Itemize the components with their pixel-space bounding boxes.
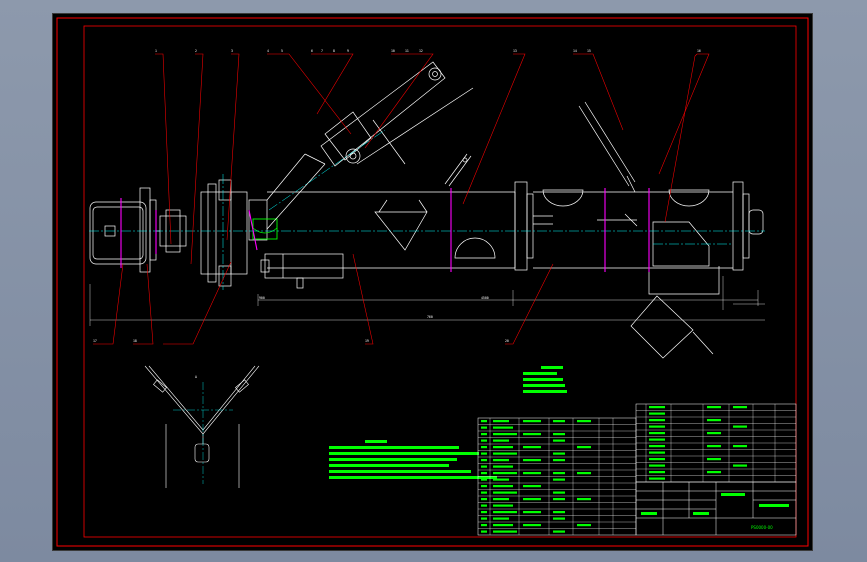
svg-text:13: 13 bbox=[513, 49, 517, 53]
svg-text:15: 15 bbox=[587, 49, 591, 53]
svg-text:6: 6 bbox=[311, 49, 313, 53]
technical-notes bbox=[329, 366, 567, 479]
svg-text:16: 16 bbox=[697, 49, 701, 53]
motor-flange bbox=[139, 187, 151, 273]
balloon-labels: 1 2 3 4 5 6 7 8 9 10 11 12 13 14 15 16 1… bbox=[93, 49, 701, 343]
svg-text:7: 7 bbox=[321, 49, 323, 53]
dim-short-span: 760 bbox=[427, 315, 433, 319]
detail-centerlines bbox=[173, 382, 233, 484]
drawing-sheet: 900 4500 760 1 2 3 4 5 6 7 8 9 10 11 12 … bbox=[52, 13, 813, 551]
assembly-drawing: 900 4500 760 1 2 3 4 5 6 7 8 9 10 11 12 … bbox=[56, 17, 809, 547]
svg-text:20: 20 bbox=[505, 339, 509, 343]
detail-view bbox=[144, 365, 260, 488]
drawing-number: PS0000-00 bbox=[751, 525, 773, 530]
svg-text:1: 1 bbox=[155, 49, 157, 53]
motor bbox=[89, 201, 147, 265]
drum-flange-mid bbox=[514, 181, 528, 271]
svg-text:17: 17 bbox=[93, 339, 97, 343]
dim-left-span: 900 bbox=[259, 296, 265, 300]
svg-text:8: 8 bbox=[333, 49, 335, 53]
svg-text:2: 2 bbox=[195, 49, 197, 53]
drum-flange-end bbox=[732, 181, 744, 271]
svg-text:18: 18 bbox=[133, 339, 137, 343]
svg-text:3: 3 bbox=[231, 49, 233, 53]
lower-support bbox=[264, 253, 344, 279]
svg-text:14: 14 bbox=[573, 49, 577, 53]
svg-text:12: 12 bbox=[419, 49, 423, 53]
svg-text:10: 10 bbox=[391, 49, 395, 53]
svg-text:5: 5 bbox=[281, 49, 283, 53]
svg-text:19: 19 bbox=[365, 339, 369, 343]
main-drum bbox=[267, 191, 515, 269]
svg-text:4: 4 bbox=[267, 49, 269, 53]
dim-overall-length: 4500 bbox=[481, 296, 489, 300]
detail-view-label: A bbox=[195, 375, 197, 379]
svg-text:11: 11 bbox=[405, 49, 409, 53]
cad-viewport[interactable]: 900 4500 760 1 2 3 4 5 6 7 8 9 10 11 12 … bbox=[0, 0, 867, 562]
revision-table bbox=[635, 403, 797, 483]
parts-list-table bbox=[477, 417, 637, 536]
section-markers bbox=[120, 188, 650, 272]
machine-assembly bbox=[89, 61, 764, 359]
hydraulic-cylinder bbox=[320, 61, 474, 167]
svg-text:9: 9 bbox=[347, 49, 349, 53]
leader-lines bbox=[93, 53, 710, 345]
